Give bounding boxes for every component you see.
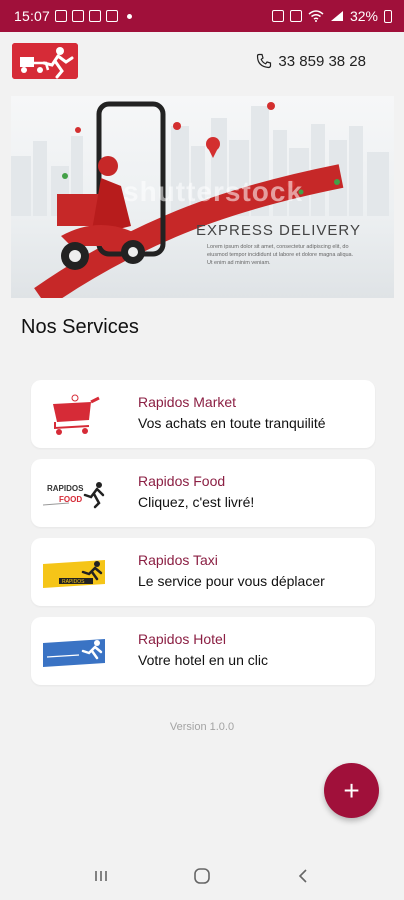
service-title: Rapidos Hotel (138, 631, 226, 647)
service-subtitle: Le service pour vous déplacer (138, 573, 325, 589)
signal-icon (330, 11, 343, 21)
notification-icon (89, 10, 102, 22)
svg-text:RAPIDOS: RAPIDOS (47, 484, 84, 493)
banner-description: Lorem ipsum dolor sit amet, consectetur … (207, 244, 354, 266)
food-delivery-logo: RAPIDOS FOOD (39, 469, 109, 517)
more-notifications-icon (127, 13, 133, 19)
watermark: shutterstock (123, 176, 304, 207)
back-icon (299, 869, 307, 883)
service-subtitle: Votre hotel en un clic (138, 652, 268, 668)
notification-icon (55, 10, 68, 22)
taxi-logo: RAPIDOS (39, 548, 109, 596)
service-title: Rapidos Food (138, 473, 226, 489)
promo-banner[interactable]: shutterstock EXPRESS DELIVERY Lorem ipsu… (11, 96, 394, 298)
phone-contact[interactable]: 33 859 38 28 (256, 53, 366, 70)
service-card-food[interactable]: RAPIDOS FOOD Rapidos Food Cliquez, c'est… (31, 459, 375, 527)
home-button[interactable] (187, 861, 217, 891)
recent-apps-button[interactable] (86, 861, 116, 891)
phone-icon (257, 53, 272, 69)
system-nav-bar (0, 852, 404, 900)
lock-icon (271, 10, 284, 22)
svg-text:FOOD: FOOD (59, 495, 82, 504)
home-icon (194, 868, 210, 884)
notification-icon (106, 10, 119, 22)
service-card-market[interactable]: Rapidos Market Vos achats en toute tranq… (31, 380, 375, 448)
service-subtitle: Vos achats en toute tranquilité (138, 415, 326, 431)
service-title: Rapidos Taxi (138, 552, 218, 568)
plus-icon: + (343, 774, 360, 806)
status-time: 15:07 (14, 8, 51, 24)
notification-icon (72, 10, 85, 22)
app-version: Version 1.0.0 (169, 721, 235, 733)
app-logo[interactable] (12, 43, 78, 79)
battery-icon (384, 9, 392, 23)
service-card-taxi[interactable]: RAPIDOS Rapidos Taxi Le service pour vou… (31, 538, 375, 606)
banner-title: EXPRESS DELIVERY (196, 222, 361, 239)
back-button[interactable] (288, 861, 318, 891)
svg-text:RAPIDOS: RAPIDOS (62, 579, 85, 585)
add-fab-button[interactable]: + (324, 763, 379, 818)
alarm-icon (289, 10, 302, 22)
battery-percent: 32% (349, 8, 378, 24)
recent-apps-icon (94, 871, 107, 881)
hotel-logo (39, 627, 109, 675)
service-subtitle: Cliquez, c'est livré! (138, 494, 255, 510)
service-card-hotel[interactable]: Rapidos Hotel Votre hotel en un clic (31, 617, 375, 685)
section-title: Nos Services (21, 316, 139, 338)
wifi-icon (308, 10, 324, 22)
status-bar: 15:07 32% (0, 0, 404, 32)
app-header: 33 859 38 28 (0, 32, 404, 90)
service-title: Rapidos Market (138, 394, 237, 410)
shopping-cart-icon (39, 390, 109, 438)
phone-number: 33 859 38 28 (278, 52, 366, 70)
